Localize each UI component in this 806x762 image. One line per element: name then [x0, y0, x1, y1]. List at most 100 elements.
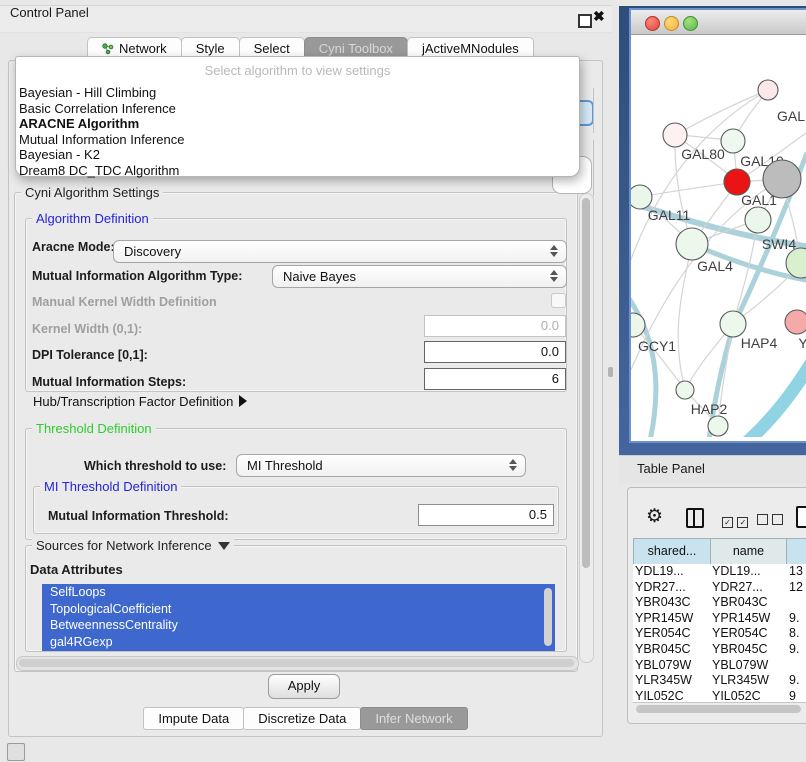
mi-steps-field[interactable]: 6	[424, 368, 566, 390]
apply-button[interactable]: Apply	[268, 674, 340, 699]
application-window: Control Panel ✖ NetworkStyleSelectCyni T…	[0, 0, 806, 762]
table-hscrollbar-thumb[interactable]	[636, 705, 801, 713]
table-cell: YLR345W	[712, 673, 769, 689]
node-label: GAL11	[648, 207, 691, 223]
mi-threshold-field[interactable]: 0.5	[418, 504, 554, 526]
table-cell: YBR043C	[635, 595, 691, 611]
spinner-arrows-icon	[550, 245, 559, 257]
which-threshold-label: Which threshold to use:	[84, 459, 226, 473]
spinner-arrows-icon	[509, 459, 518, 471]
table-cell: 12	[789, 580, 803, 596]
document-icon[interactable]	[796, 506, 806, 528]
table-row[interactable]: YBL079WYBL079W	[633, 658, 806, 674]
data-attribute-item[interactable]: gal4RGexp	[42, 634, 555, 651]
network-tab-icon	[102, 43, 114, 55]
table-cell: YPR145W	[635, 611, 693, 627]
bottom-tab-impute-data[interactable]: Impute Data	[143, 707, 244, 730]
network-node-gal[interactable]	[758, 80, 778, 100]
manual-kernel-checkbox[interactable]	[551, 293, 566, 308]
table-cell: YDL19...	[712, 564, 761, 580]
network-node-gal4[interactable]	[676, 228, 708, 260]
settings-hscrollbar[interactable]	[16, 656, 579, 671]
table-cell: YBL079W	[712, 658, 768, 674]
bottom-tab-infer-network[interactable]: Infer Network	[360, 707, 467, 730]
algorithm-option[interactable]: Dream8 DC_TDC Algorithm	[16, 163, 579, 179]
split-view-icon[interactable]	[686, 508, 704, 528]
select-all-columns-icon[interactable]: ✓ ✓	[722, 512, 748, 530]
table-cell: YBR043C	[712, 595, 768, 611]
table-cell: 9.	[789, 611, 799, 627]
spinner-arrows-icon	[550, 270, 559, 282]
network-node-gcy1[interactable]	[631, 313, 645, 337]
algorithm-option[interactable]: Bayesian - Hill Climbing	[16, 85, 579, 101]
gear-icon[interactable]: ⚙	[646, 505, 663, 528]
deselect-all-columns-icon[interactable]	[757, 512, 783, 530]
data-attribute-item[interactable]: BetweennessCentrality	[42, 617, 555, 634]
mi-type-combobox[interactable]: Naive Bayes	[272, 265, 567, 288]
hub-section-toggle[interactable]: Hub/Transcription Factor Definition	[33, 394, 247, 409]
bottom-tab-discretize-data[interactable]: Discretize Data	[243, 707, 361, 730]
network-node[interactable]	[786, 248, 806, 278]
network-node-y[interactable]	[785, 310, 806, 334]
algorithm-option[interactable]: ARACNE Algorithm	[16, 116, 579, 132]
dpi-tolerance-field[interactable]: 0.0	[424, 341, 566, 363]
panel-resize-handle[interactable]	[608, 367, 613, 377]
aracne-mode-combobox[interactable]: Discovery	[113, 240, 567, 263]
float-panel-icon[interactable]	[578, 14, 592, 28]
sources-group-title[interactable]: Sources for Network Inference	[32, 538, 234, 553]
which-threshold-combobox[interactable]: MI Threshold	[236, 454, 526, 477]
algorithm-option[interactable]: Mutual Information Inference	[16, 132, 579, 148]
settings-scrollbar-thumb[interactable]	[582, 198, 590, 568]
network-node-gal11[interactable]	[631, 185, 652, 209]
node-label: GAL	[777, 108, 805, 124]
close-panel-icon[interactable]: ✖	[593, 8, 605, 25]
settings-scrollbar[interactable]	[579, 193, 594, 663]
algorithm-option[interactable]: Basic Correlation Inference	[16, 101, 579, 117]
algorithm-option[interactable]: Bayesian - K2	[16, 147, 579, 163]
mi-type-label: Mutual Information Algorithm Type:	[32, 269, 242, 283]
attributes-scrollbar-thumb[interactable]	[544, 588, 552, 646]
column-header-partial[interactable]	[786, 538, 806, 565]
table-hscrollbar[interactable]	[633, 702, 806, 716]
column-header-shared-name[interactable]: shared...	[633, 538, 711, 565]
network-node[interactable]	[763, 160, 801, 198]
kernel-width-field[interactable]: 0.0	[424, 315, 566, 337]
table-row[interactable]: YBR043C YBR043C	[633, 595, 806, 611]
collapse-down-icon	[218, 542, 230, 550]
network-node-gal80[interactable]	[663, 123, 687, 147]
settings-hscrollbar-thumb[interactable]	[19, 659, 574, 667]
table-row[interactable]: YDR27...YDR27...12	[633, 580, 806, 596]
table-row[interactable]: YLR345WYLR345W9.	[633, 673, 806, 689]
mi-steps-label: Mutual Information Steps:	[32, 375, 186, 389]
network-canvas[interactable]: GALGAL80GAL10GAL1GAL11SWI4GAL4GCY1HAP4YH…	[631, 35, 806, 437]
network-node-hap4[interactable]	[720, 311, 746, 337]
table-row[interactable]: YDL19...YDL19...13	[633, 564, 806, 580]
minimized-panel-icon[interactable]	[7, 743, 25, 761]
kernel-width-label: Kernel Width (0,1):	[32, 322, 142, 336]
table-row[interactable]: YPR145WYPR145W9.	[633, 611, 806, 627]
aracne-mode-label: Aracne Mode:	[32, 240, 115, 254]
network-window-titlebar[interactable]	[631, 10, 806, 35]
minimize-traffic-light-icon[interactable]	[664, 16, 679, 31]
mi-threshold-label: Mutual Information Threshold:	[48, 509, 229, 523]
data-attributes-list[interactable]: SelfLoopsTopologicalCoefficientBetweenne…	[42, 584, 555, 651]
table-row[interactable]: YER054CYER054C8.	[633, 626, 806, 642]
network-node-gal10[interactable]	[721, 129, 745, 153]
table-cell: YBR045C	[635, 642, 691, 658]
network-node-swi4[interactable]	[745, 207, 771, 233]
data-attribute-item[interactable]: SelfLoops	[42, 584, 555, 601]
table-cell: 8.	[789, 626, 799, 642]
bottom-tabbar: Impute DataDiscretize DataInfer Network	[0, 707, 612, 730]
table-cell: YLR345W	[635, 673, 692, 689]
algorithm-dropdown-popup: Select algorithm to view settings Bayesi…	[15, 56, 580, 177]
network-node[interactable]	[708, 416, 728, 436]
table-row[interactable]: YBR045CYBR045C9.	[633, 642, 806, 658]
network-window[interactable]: GALGAL80GAL10GAL1GAL11SWI4GAL4GCY1HAP4YH…	[629, 8, 806, 443]
close-traffic-light-icon[interactable]	[645, 16, 660, 31]
zoom-traffic-light-icon[interactable]	[683, 16, 698, 31]
manual-kernel-label: Manual Kernel Width Definition	[32, 295, 217, 309]
network-node-hap2[interactable]	[676, 381, 694, 399]
column-header-name[interactable]: name	[710, 538, 787, 565]
node-label: HAP4	[741, 335, 778, 351]
data-attribute-item[interactable]: TopologicalCoefficient	[42, 601, 555, 618]
